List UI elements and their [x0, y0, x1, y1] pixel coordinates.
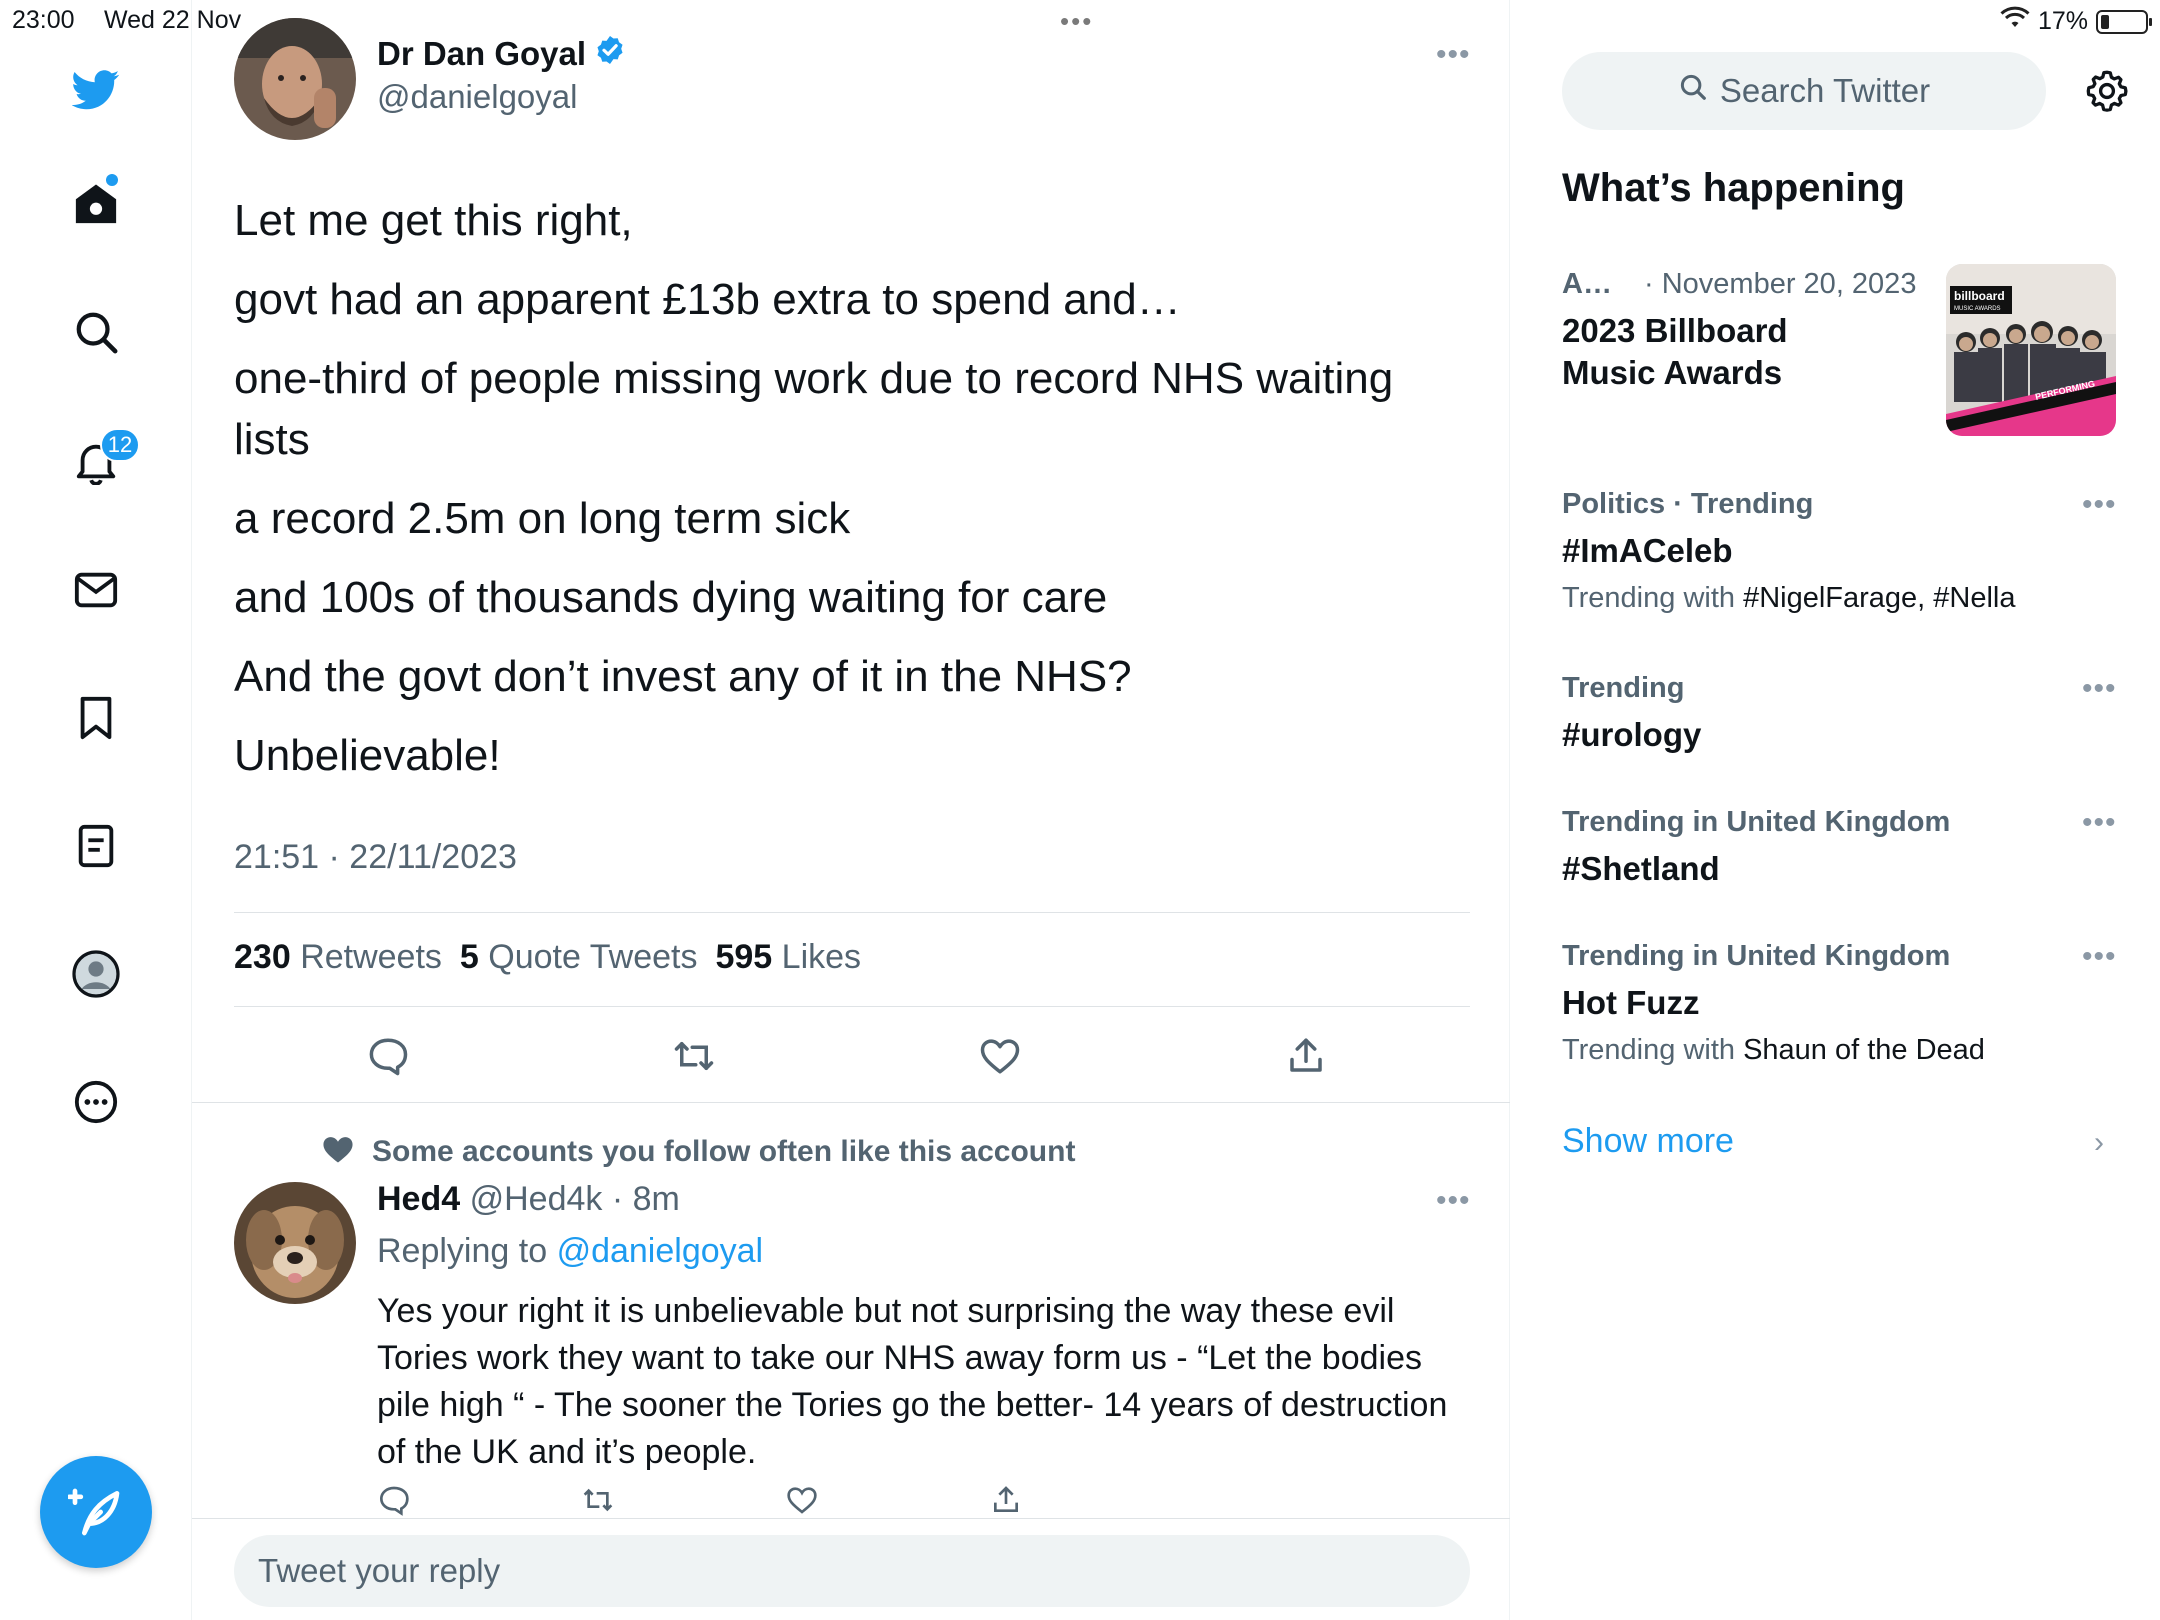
- author-avatar[interactable]: [234, 18, 356, 140]
- reply-author-meta[interactable]: @Hed4k · 8m: [470, 1180, 680, 1218]
- trend-more-icon[interactable]: •••: [2082, 806, 2117, 840]
- home-unread-dot: [106, 174, 118, 186]
- trend-meta-category: A…: [1562, 268, 1612, 300]
- reply-more-menu-icon[interactable]: •••: [1436, 1184, 1471, 1218]
- twitter-logo-icon[interactable]: [72, 66, 120, 114]
- trend-more-icon[interactable]: •••: [2082, 488, 2117, 522]
- trend-title[interactable]: Hot Fuzz: [1562, 982, 1699, 1024]
- reply-like-icon[interactable]: [782, 1480, 822, 1520]
- trend-more-icon[interactable]: •••: [2082, 672, 2117, 706]
- replying-to: Replying to @danielgoyal: [377, 1232, 763, 1271]
- tweet-text-line: one-third of people missing work due to …: [234, 354, 1394, 403]
- author-name[interactable]: Dr Dan Goyal: [377, 34, 626, 74]
- divider: [234, 912, 1470, 913]
- right-sidebar: Search Twitter What’s happening A… · Nov…: [1510, 0, 2160, 1620]
- trend-with-value[interactable]: Shaun of the Dead: [1743, 1034, 1985, 1066]
- trend-title[interactable]: #ImACeleb: [1562, 530, 1733, 572]
- trend-with-value[interactable]: #NigelFarage, #Nella: [1743, 582, 2015, 614]
- show-more-link[interactable]: Show more: [1562, 1122, 1734, 1161]
- search-input[interactable]: Search Twitter: [1562, 52, 2046, 130]
- likes-label: Likes: [781, 938, 862, 976]
- retweets-count: 230: [234, 938, 291, 976]
- section-divider: [192, 1518, 1510, 1519]
- share-icon[interactable]: [1282, 1032, 1330, 1080]
- retweets-stat[interactable]: 230 Retweets: [234, 938, 442, 977]
- heart-filled-icon: [320, 1132, 356, 1172]
- reply-author-avatar[interactable]: [234, 1182, 356, 1304]
- quote-tweets-label: Quote Tweets: [488, 938, 698, 976]
- left-navigation: 12: [0, 0, 192, 1620]
- notifications-badge: 12: [100, 428, 140, 462]
- reply-text: Yes your right it is unbelievable but no…: [377, 1292, 1448, 1471]
- author-name-text[interactable]: Dr Dan Goyal: [377, 35, 586, 73]
- trend-meta-date: · November 20, 2023: [1644, 268, 1917, 300]
- trend-meta[interactable]: Trending in United Kingdom: [1562, 806, 1950, 839]
- main-column: Dr Dan Goyal @danielgoyal ••• Let me get…: [192, 0, 1510, 1620]
- reply-author-name[interactable]: Hed4: [377, 1180, 460, 1218]
- profile-avatar-icon[interactable]: [72, 950, 120, 998]
- trend-meta[interactable]: Trending in United Kingdom: [1562, 940, 1950, 973]
- trend-title[interactable]: #urology: [1562, 714, 1701, 756]
- tweet-text-line: a record 2.5m on long term sick: [234, 494, 851, 543]
- compose-tweet-button[interactable]: [40, 1456, 152, 1568]
- replying-to-prefix: Replying to: [377, 1232, 548, 1270]
- like-heart-icon[interactable]: [976, 1032, 1024, 1080]
- chevron-right-icon[interactable]: ›: [2094, 1126, 2104, 1160]
- reply-author-line[interactable]: Hed4 @Hed4k · 8m: [377, 1180, 680, 1219]
- trend-title[interactable]: Music Awards: [1562, 352, 1782, 394]
- author-handle[interactable]: @danielgoyal: [377, 78, 577, 116]
- reply-retweet-icon[interactable]: [578, 1480, 618, 1520]
- verified-badge-icon: [594, 34, 626, 74]
- trend-with-prefix: Trending with: [1562, 1034, 1736, 1066]
- retweet-icon[interactable]: [670, 1032, 718, 1080]
- tweet-text-line: and 100s of thousands dying waiting for …: [234, 573, 1108, 622]
- social-context: Some accounts you follow often like this…: [320, 1132, 1075, 1172]
- quote-tweets-stat[interactable]: 5 Quote Tweets: [460, 938, 698, 977]
- whats-happening-title: What’s happening: [1562, 166, 1905, 210]
- search-placeholder: Search Twitter: [1719, 72, 1931, 109]
- messages-envelope-icon[interactable]: [72, 566, 120, 614]
- trend-with: Trending with Shaun of the Dead: [1562, 1034, 1985, 1067]
- social-context-text: Some accounts you follow often like this…: [372, 1135, 1076, 1168]
- thumb-text-sub: MUSIC AWARDS: [1954, 306, 2001, 312]
- billboard-awards-thumbnail[interactable]: billboard MUSIC AWARDS PERFORMING: [1946, 264, 2116, 436]
- reply-share-icon[interactable]: [986, 1480, 1026, 1520]
- tweet-text-line: govt had an apparent £13b extra to spend…: [234, 275, 1181, 324]
- bookmarks-icon[interactable]: [72, 694, 120, 742]
- trend-title[interactable]: 2023 Billboard: [1562, 310, 1788, 352]
- reply-reply-icon[interactable]: [374, 1480, 414, 1520]
- tweet-text-line: lists: [234, 415, 310, 464]
- retweets-label: Retweets: [300, 938, 442, 976]
- tweet-reply-input[interactable]: Tweet your reply: [234, 1535, 1470, 1607]
- quote-tweets-count: 5: [459, 938, 479, 976]
- replying-to-handle-link[interactable]: @danielgoyal: [557, 1232, 764, 1270]
- thumb-text-top: billboard: [1954, 289, 2005, 303]
- more-options-icon[interactable]: [72, 1078, 120, 1126]
- tweet-stats: 230 Retweets 5 Quote Tweets 595 Likes: [234, 938, 861, 977]
- tweet-text-line: Let me get this right,: [234, 196, 633, 245]
- trend-title[interactable]: #Shetland: [1562, 848, 1720, 890]
- trend-meta[interactable]: Politics · Trending: [1562, 488, 1813, 521]
- lists-icon[interactable]: [72, 822, 120, 870]
- search-icon: [1678, 72, 1708, 110]
- tweet-more-menu-icon[interactable]: •••: [1436, 38, 1471, 72]
- section-divider: [192, 1102, 1510, 1103]
- trend-meta[interactable]: Trending: [1562, 672, 1684, 705]
- explore-search-icon[interactable]: [72, 308, 120, 356]
- home-icon[interactable]: [72, 180, 120, 228]
- compose-feather-icon: [68, 1488, 120, 1536]
- likes-stat[interactable]: 595 Likes: [715, 938, 861, 977]
- settings-gear-icon[interactable]: [2082, 66, 2132, 116]
- trend-more-icon[interactable]: •••: [2082, 940, 2117, 974]
- likes-count: 595: [715, 938, 773, 976]
- reply-icon[interactable]: [364, 1032, 412, 1080]
- tweet-text-line: Unbelievable!: [234, 731, 501, 780]
- trend-with-prefix: Trending with: [1562, 582, 1736, 614]
- trend-meta[interactable]: A… · November 20, 2023: [1562, 268, 1916, 301]
- trend-with: Trending with #NigelFarage, #Nella: [1562, 582, 2016, 615]
- divider: [234, 1006, 1470, 1007]
- tweet-timestamp[interactable]: 21:51 · 22/11/2023: [234, 838, 517, 877]
- tweet-text-line: And the govt don’t invest any of it in t…: [234, 652, 1132, 701]
